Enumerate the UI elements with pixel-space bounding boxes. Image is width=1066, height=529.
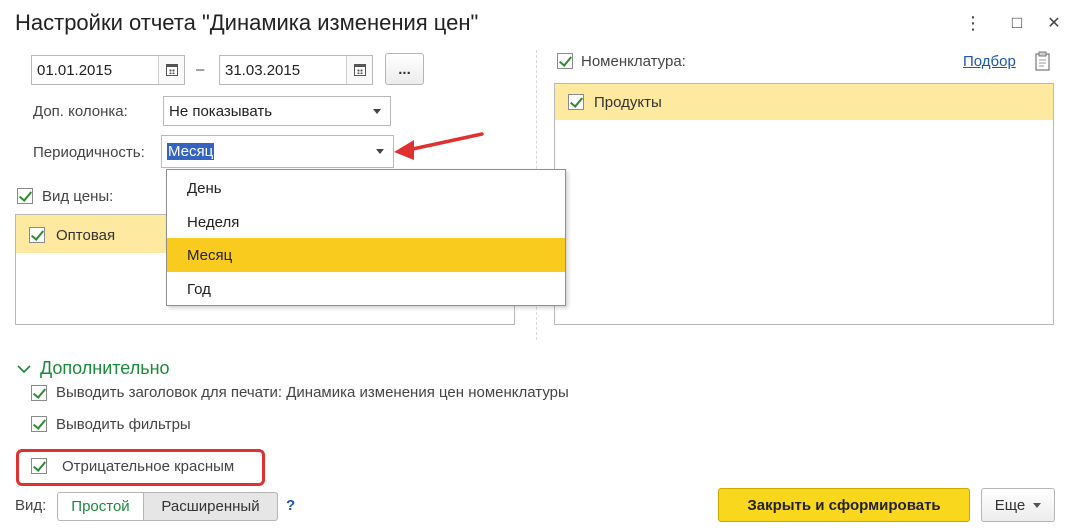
dropdown-option-year[interactable]: Год — [167, 272, 565, 306]
window-title: Настройки отчета "Динамика изменения цен… — [15, 10, 479, 35]
chevron-down-icon — [1033, 502, 1042, 508]
maximize-icon[interactable]: □ — [1006, 12, 1028, 34]
period-end-value: 31.03.2015 — [225, 61, 301, 79]
chevron-down-icon[interactable] — [17, 363, 31, 375]
nomenclature-label: Номенклатура: — [581, 53, 686, 70]
help-link[interactable]: ? — [286, 497, 295, 514]
negative-red-checkbox[interactable] — [31, 458, 47, 474]
show-filters-checkbox[interactable] — [31, 416, 47, 432]
extra-column-select[interactable]: Не показывать — [163, 96, 391, 126]
view-mode-label: Вид: — [15, 497, 47, 514]
price-type-item-checkbox[interactable] — [29, 227, 45, 243]
more-button[interactable]: Еще — [981, 488, 1055, 522]
calendar-button[interactable] — [346, 56, 372, 84]
pick-link[interactable]: Подбор — [963, 53, 1016, 70]
clipboard-icon[interactable] — [1033, 51, 1053, 73]
periodicity-value: Месяц — [167, 143, 215, 160]
dropdown-option-day[interactable]: День — [167, 171, 565, 205]
period-end-input[interactable]: 31.03.2015 — [219, 55, 373, 85]
annotation-arrow-icon — [394, 132, 484, 160]
periodicity-dropdown: День Неделя Месяц Год — [166, 169, 566, 306]
price-type-label: Вид цены: — [42, 188, 114, 205]
period-select-button[interactable]: ... — [385, 53, 424, 85]
print-title-checkbox[interactable] — [31, 385, 47, 401]
show-filters-label: Выводить фильтры — [56, 416, 191, 433]
more-button-label: Еще — [994, 496, 1026, 514]
dropdown-option-week[interactable]: Неделя — [167, 205, 565, 239]
period-start-input[interactable]: 01.01.2015 — [31, 55, 185, 85]
nomenclature-checkbox[interactable] — [557, 53, 573, 69]
nomenclature-list: Продукты — [554, 83, 1054, 325]
periodicity-label: Периодичность: — [33, 144, 145, 161]
period-dash: – — [196, 61, 205, 78]
price-type-checkbox[interactable] — [17, 188, 33, 204]
additional-section-header[interactable]: Дополнительно — [40, 358, 170, 379]
dropdown-option-month[interactable]: Месяц — [167, 238, 565, 272]
view-extended-button[interactable]: Расширенный — [143, 492, 278, 521]
calendar-button[interactable] — [158, 56, 184, 84]
nomenclature-item-checkbox[interactable] — [568, 94, 584, 110]
view-simple-label: Простой — [71, 498, 130, 515]
extra-column-value: Не показывать — [169, 102, 273, 120]
calendar-icon — [353, 64, 366, 76]
print-title-label: Выводить заголовок для печати: Динамика … — [56, 384, 569, 401]
price-type-item-label: Оптовая — [56, 227, 116, 244]
periodicity-select[interactable]: Месяц — [161, 135, 394, 168]
chevron-down-icon[interactable] — [364, 97, 390, 125]
close-icon[interactable]: ✕ — [1043, 12, 1065, 34]
period-start-value: 01.01.2015 — [37, 61, 113, 79]
menu-kebab-icon[interactable]: ⋮ — [962, 12, 984, 34]
extra-column-label: Доп. колонка: — [33, 103, 128, 120]
view-simple-button[interactable]: Простой — [57, 492, 144, 521]
negative-red-label: Отрицательное красным — [62, 458, 235, 475]
calendar-icon — [165, 64, 178, 76]
close-and-generate-button[interactable]: Закрыть и сформировать — [718, 488, 970, 522]
nomenclature-item-label: Продукты — [594, 94, 662, 111]
